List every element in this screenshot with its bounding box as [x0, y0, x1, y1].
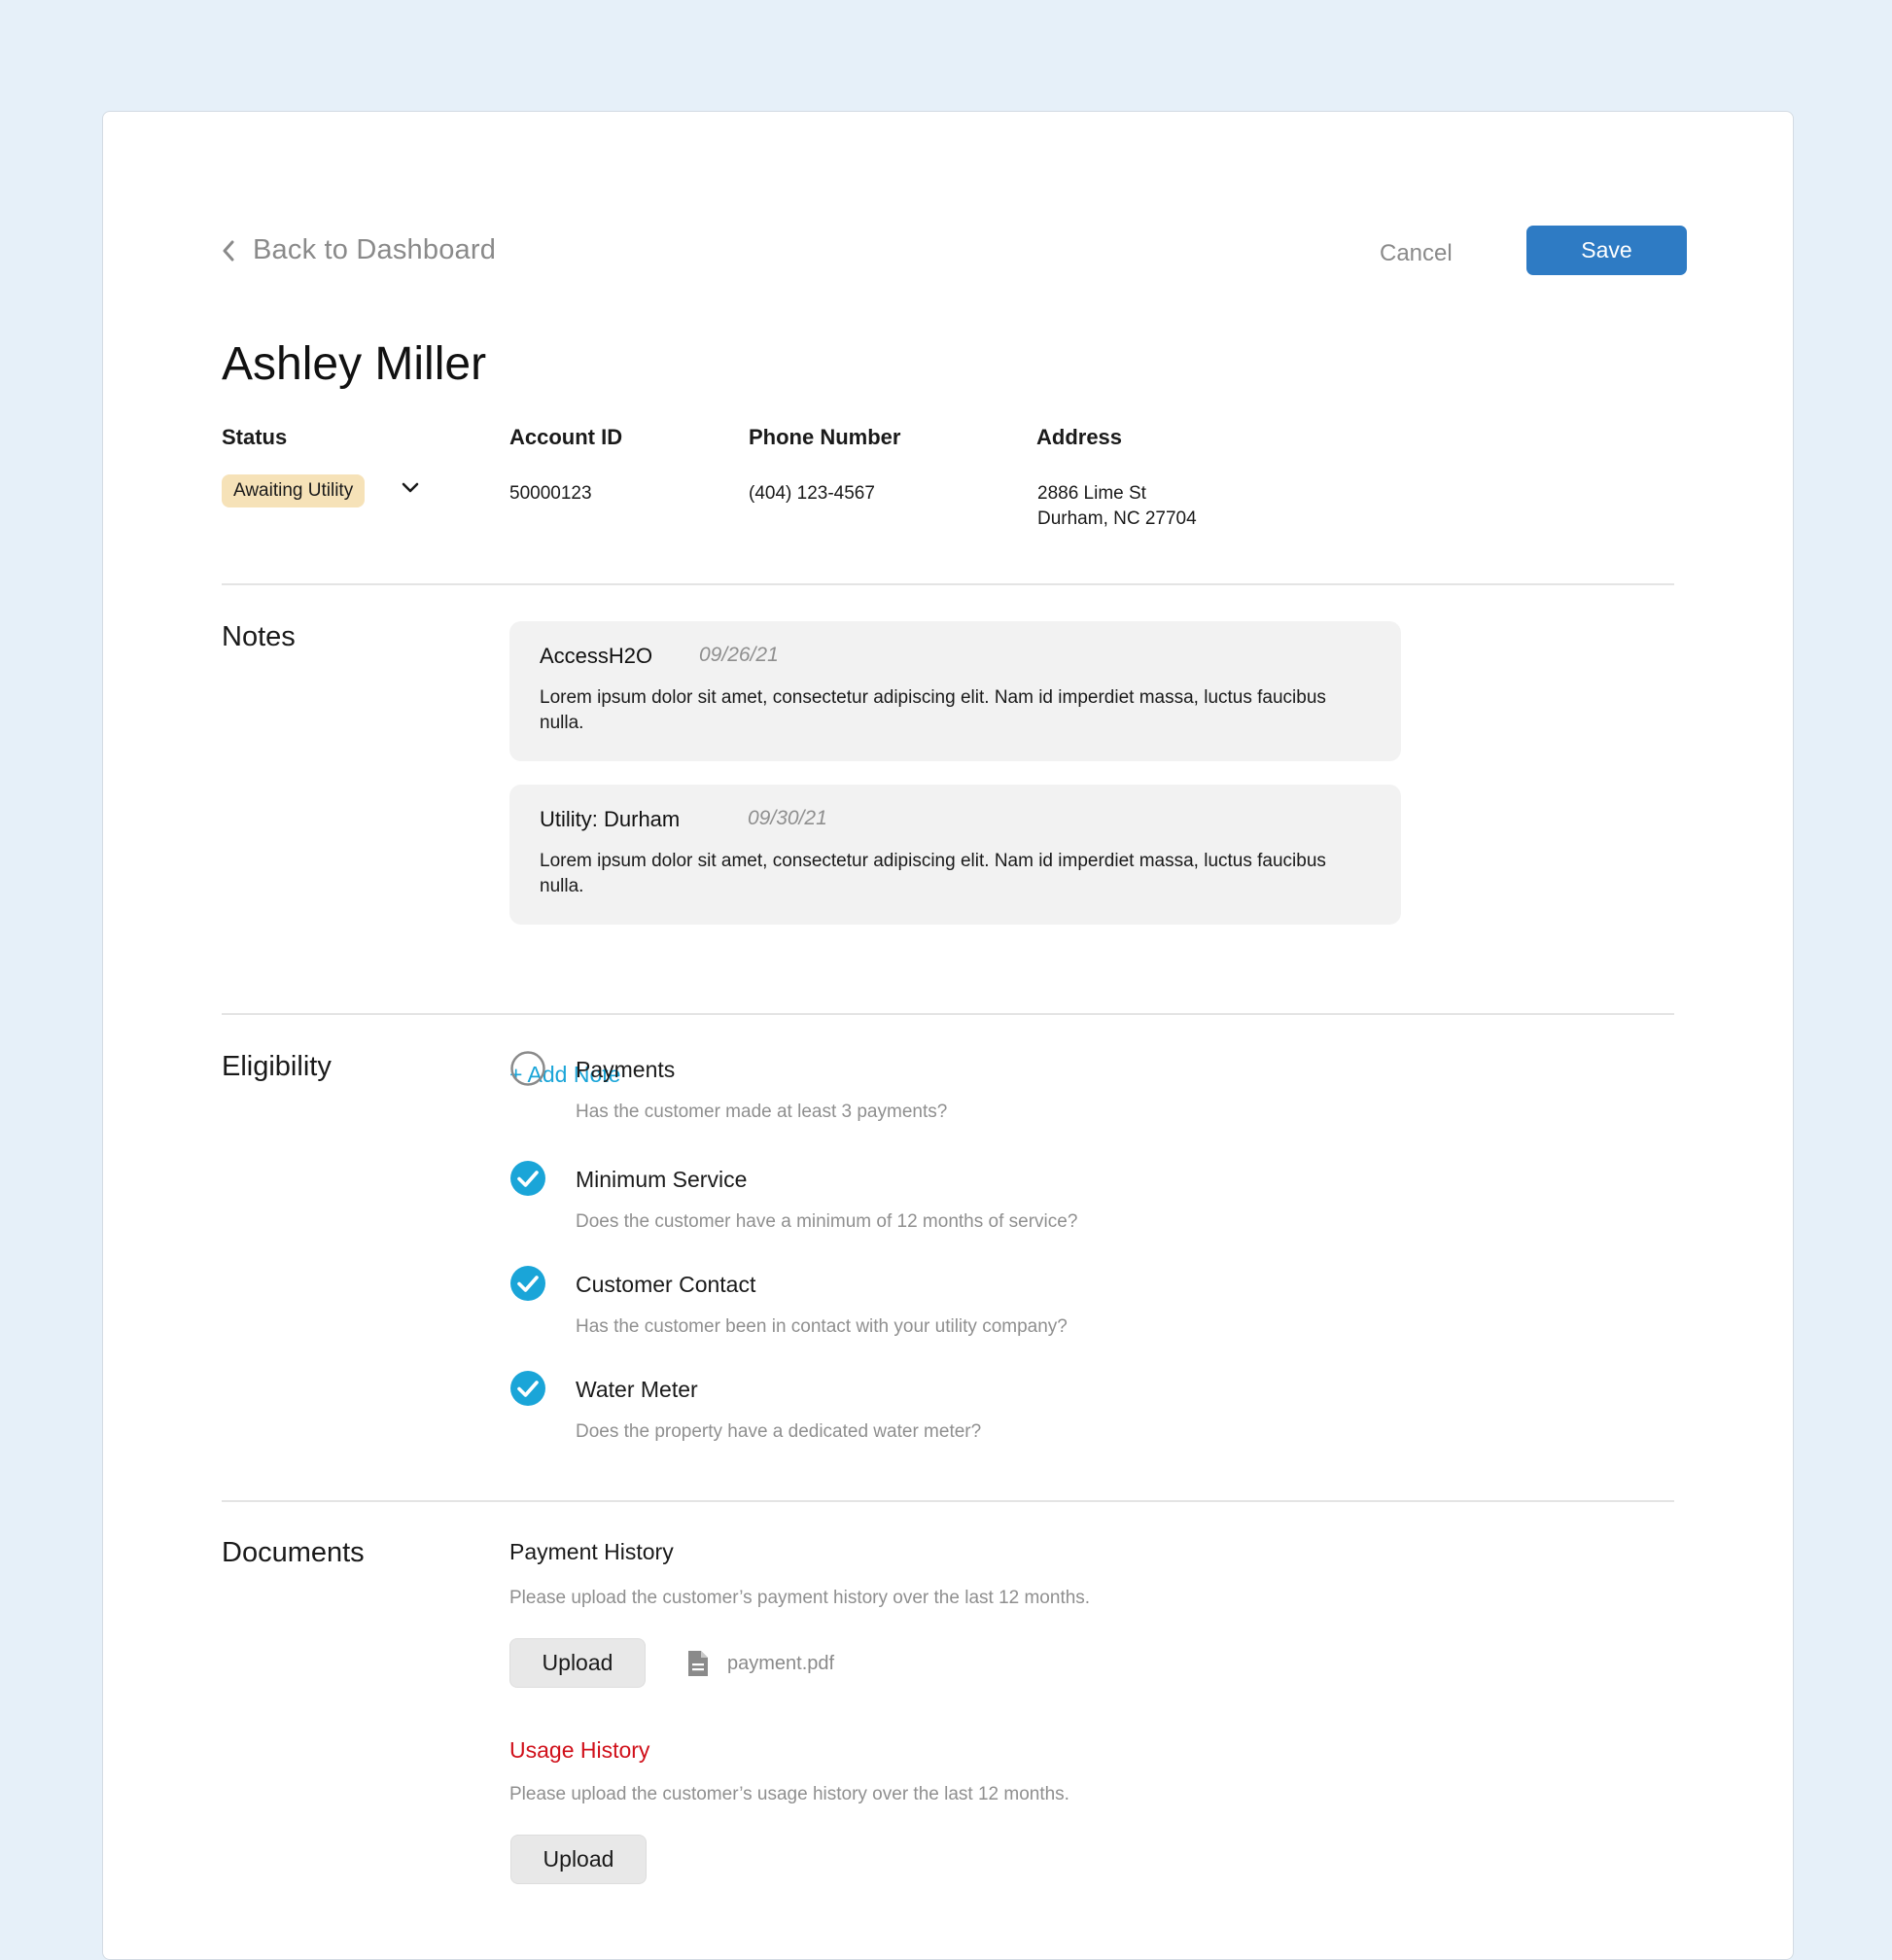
note-card: AccessH2O 09/26/21 Lorem ipsum dolor sit…	[509, 621, 1401, 761]
chevron-left-icon	[223, 240, 234, 261]
radio-unchecked-icon[interactable]	[509, 1050, 546, 1087]
address-label: Address	[1036, 425, 1123, 449]
divider	[222, 583, 1674, 585]
eligibility-item-title: Minimum Service	[576, 1167, 748, 1192]
check-circle-icon[interactable]	[509, 1370, 546, 1407]
document-title: Payment History	[509, 1539, 674, 1564]
note-date: 09/26/21	[699, 644, 779, 666]
upload-button[interactable]: Upload	[510, 1835, 647, 1884]
documents-section-title: Documents	[222, 1537, 365, 1568]
account-id-label: Account ID	[509, 425, 623, 449]
status-badge[interactable]: Awaiting Utility	[222, 474, 366, 508]
eligibility-item-question: Does the customer have a minimum of 12 m…	[576, 1211, 1078, 1232]
notes-section-title: Notes	[222, 621, 296, 652]
eligibility-item-title: Water Meter	[576, 1377, 698, 1402]
note-author: AccessH2O	[540, 644, 653, 668]
phone-number-value: (404) 123-4567	[749, 483, 875, 504]
eligibility-item-question: Does the property have a dedicated water…	[576, 1421, 982, 1442]
account-card: Back to Dashboard Cancel Save Ashley Mil…	[102, 111, 1794, 1960]
note-card: Utility: Durham 09/30/21 Lorem ipsum dol…	[509, 785, 1401, 925]
eligibility-item-question: Has the customer been in contact with yo…	[576, 1316, 1068, 1337]
divider	[222, 1500, 1674, 1502]
uploaded-file[interactable]: payment.pdf	[686, 1649, 834, 1678]
note-body: Lorem ipsum dolor sit amet, consectetur …	[540, 851, 1326, 896]
check-circle-icon[interactable]	[509, 1160, 546, 1197]
address-line-1: 2886 Lime St	[1037, 483, 1146, 504]
eligibility-item-title: Customer Contact	[576, 1272, 756, 1297]
upload-button[interactable]: Upload	[509, 1638, 646, 1688]
account-id-value: 50000123	[509, 483, 592, 504]
document-icon	[688, 1651, 708, 1676]
note-body: Lorem ipsum dolor sit amet, consectetur …	[540, 687, 1326, 733]
file-name: payment.pdf	[727, 1652, 835, 1674]
eligibility-item-title: Payments	[576, 1057, 676, 1082]
phone-number-label: Phone Number	[749, 425, 901, 449]
note-author: Utility: Durham	[540, 807, 681, 831]
eligibility-section-title: Eligibility	[222, 1051, 332, 1082]
address-value: 2886 Lime St Durham, NC 27704	[1037, 481, 1197, 532]
document-description: Please upload the customer’s usage histo…	[509, 1784, 1069, 1804]
customer-name: Ashley Miller	[222, 338, 487, 390]
cancel-button[interactable]: Cancel	[1380, 240, 1453, 267]
note-date: 09/30/21	[748, 807, 827, 829]
back-to-dashboard-link[interactable]: Back to Dashboard	[222, 234, 496, 266]
address-line-2: Durham, NC 27704	[1037, 508, 1197, 529]
document-title-required: Usage History	[509, 1737, 650, 1763]
status-label: Status	[222, 425, 288, 449]
check-circle-icon[interactable]	[509, 1265, 546, 1302]
save-button[interactable]: Save	[1526, 226, 1687, 275]
chevron-down-icon[interactable]	[401, 481, 420, 495]
document-description: Please upload the customer’s payment his…	[509, 1588, 1091, 1608]
eligibility-item-question: Has the customer made at least 3 payment…	[576, 1102, 948, 1122]
back-label: Back to Dashboard	[253, 234, 497, 265]
divider	[222, 1013, 1674, 1015]
